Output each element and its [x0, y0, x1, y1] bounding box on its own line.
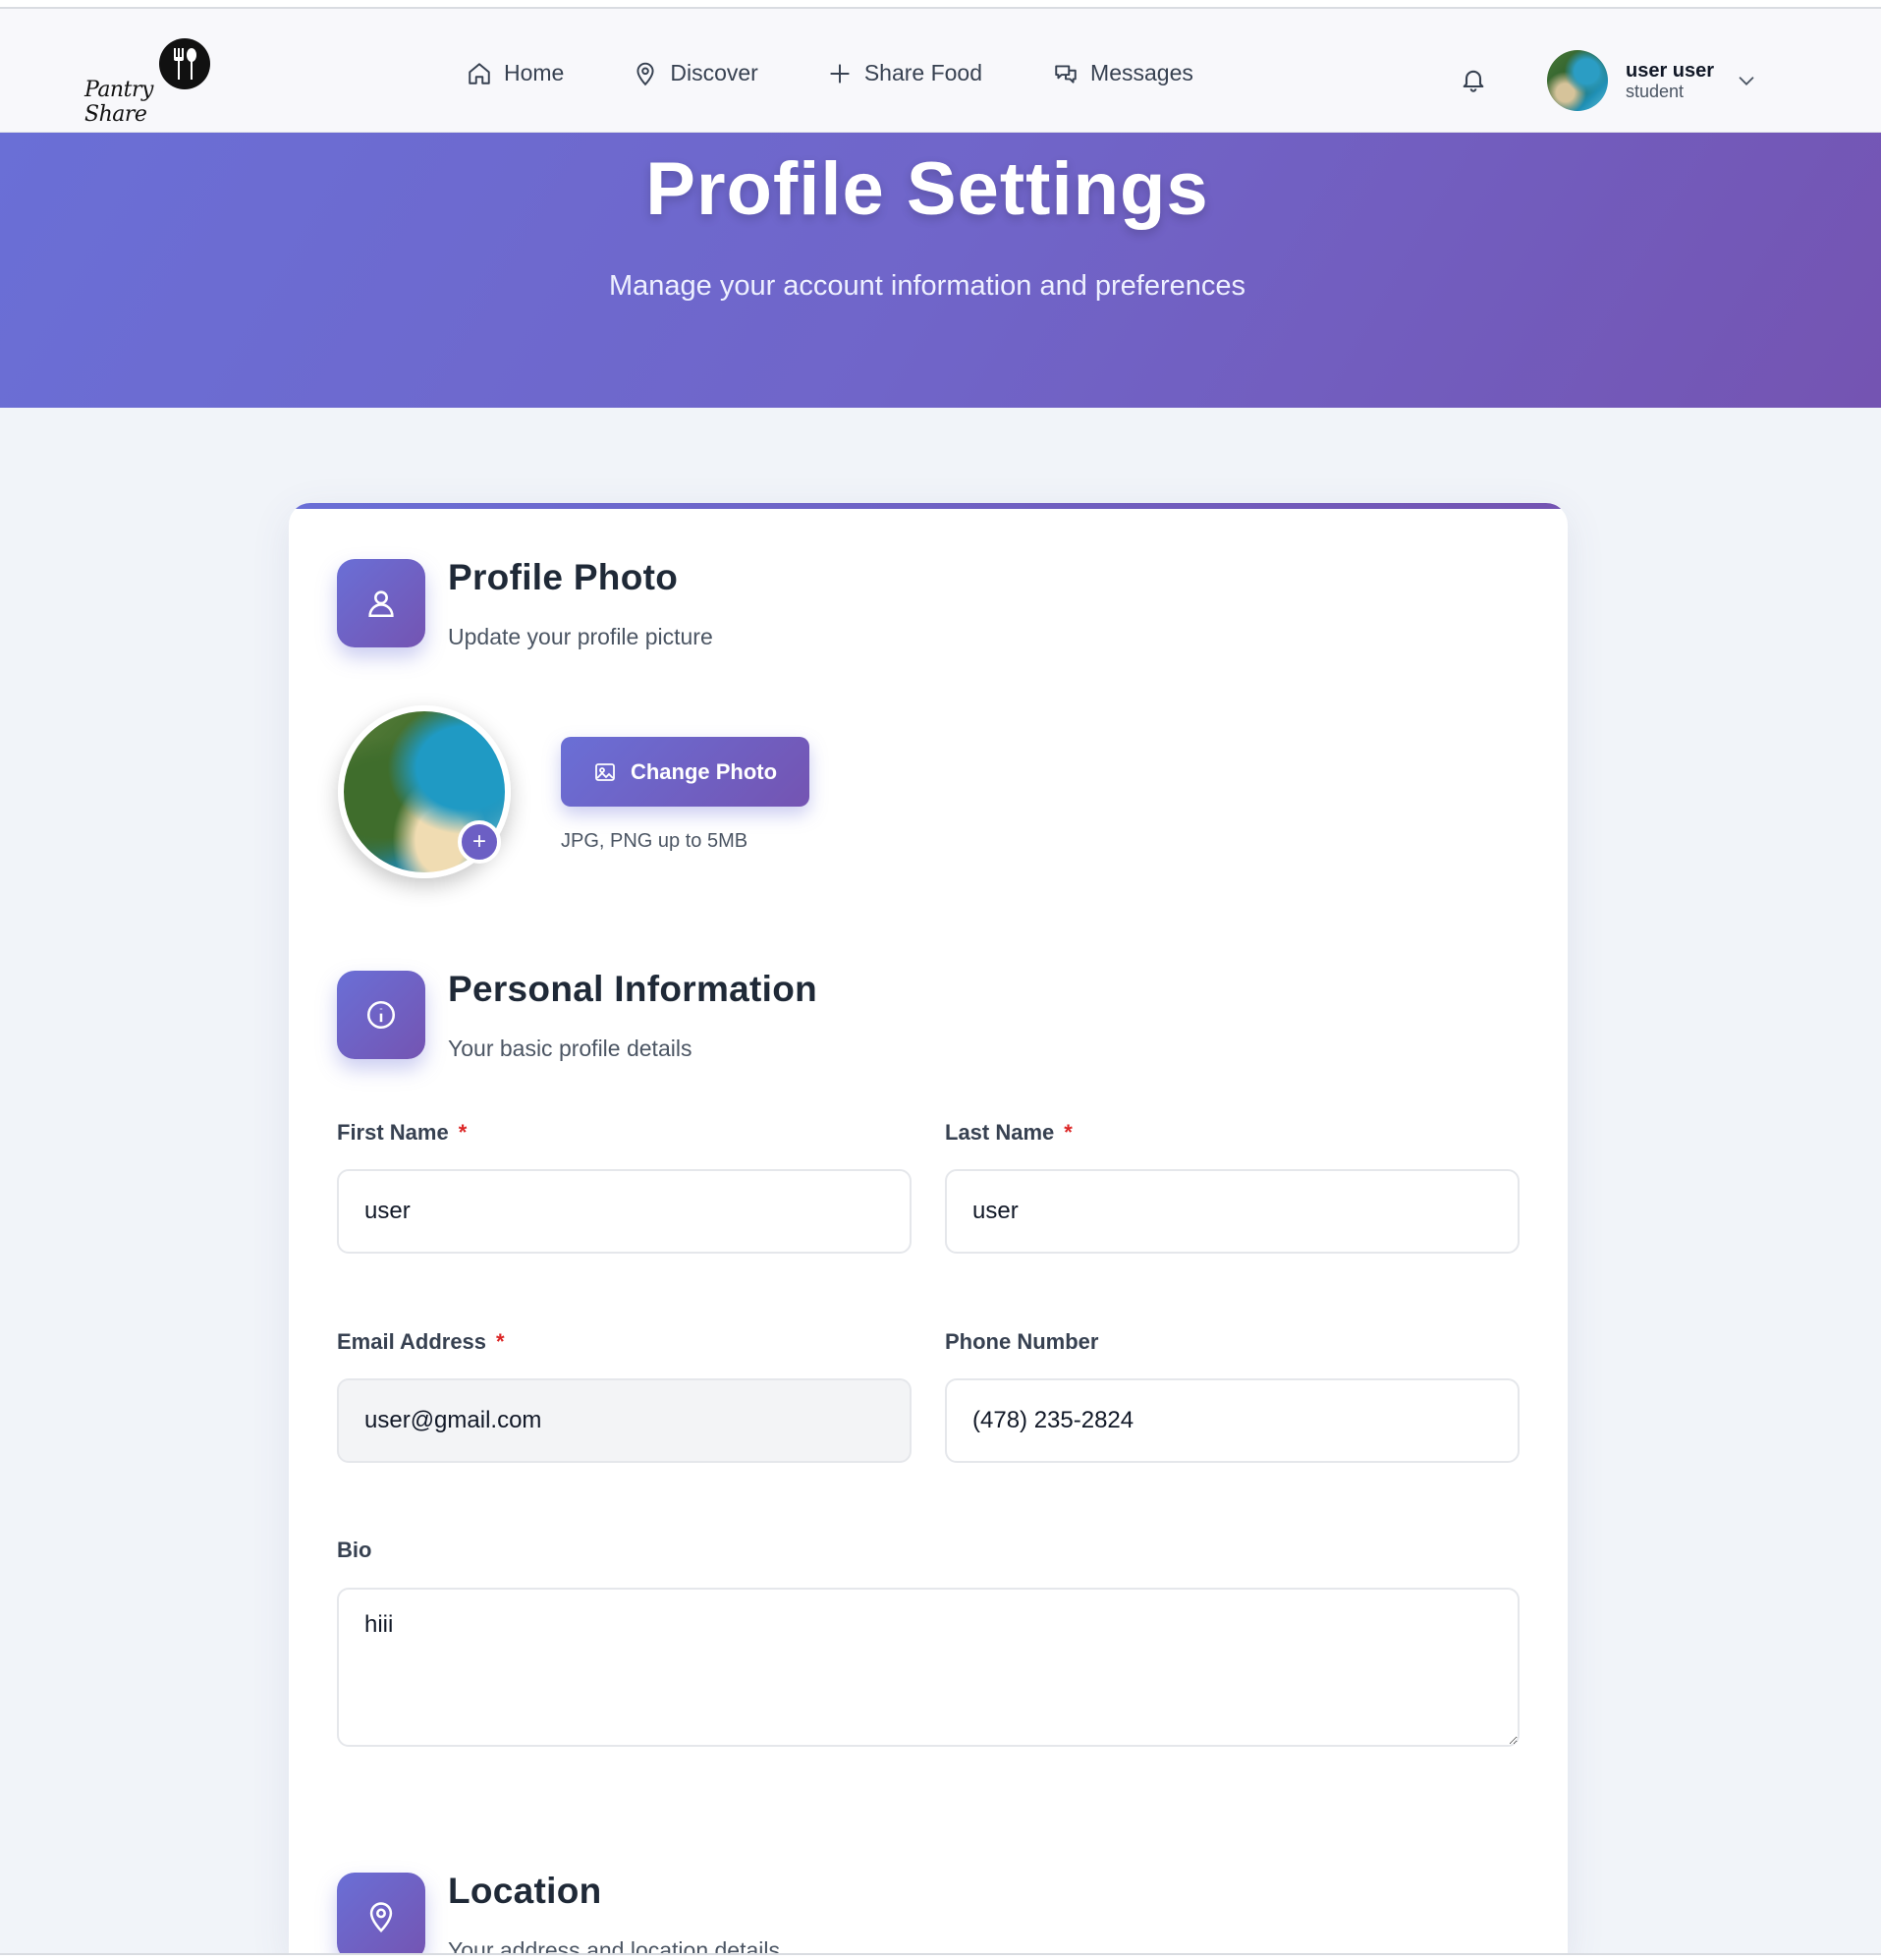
email-field[interactable] [337, 1378, 912, 1463]
email-label: Email Address * [337, 1329, 505, 1355]
email-label-text: Email Address [337, 1329, 487, 1354]
user-info: user user student [1626, 61, 1714, 100]
last-name-input[interactable] [945, 1169, 1520, 1254]
nav-discover[interactable]: Discover [633, 60, 758, 86]
bell-icon[interactable] [1460, 66, 1487, 93]
user-menu[interactable]: user user student [1547, 50, 1757, 111]
personal-info-subtitle: Your basic profile details [448, 1036, 692, 1061]
card-accent-bar [289, 503, 1568, 509]
pantry-share-logo[interactable]: Pantry Share [84, 38, 212, 127]
personal-section-icon [337, 971, 425, 1059]
nav-messages[interactable]: Messages [1053, 60, 1193, 86]
profile-photo-subtitle: Update your profile picture [448, 624, 713, 649]
nav-share-food[interactable]: Share Food [827, 60, 982, 86]
nav-discover-label: Discover [670, 60, 758, 85]
user-icon [368, 590, 394, 618]
photo-hint: JPG, PNG up to 5MB [561, 830, 748, 852]
nav-share-food-label: Share Food [863, 60, 983, 85]
location-title: Location [448, 1871, 602, 1911]
required-asterisk: * [1064, 1120, 1073, 1145]
change-photo-button[interactable]: Change Photo [561, 737, 809, 807]
phone-label: Phone Number [945, 1329, 1099, 1354]
change-photo-label: Change Photo [630, 758, 778, 784]
window-bottom-border [0, 1953, 1881, 1960]
profile-settings-card: Profile Photo Update your profile pictur… [289, 503, 1568, 1957]
page-title: Profile Settings [645, 147, 1209, 231]
plus-icon [830, 63, 850, 84]
page-subtitle: Manage your account information and pref… [608, 270, 1246, 302]
nav-messages-label: Messages [1090, 60, 1193, 85]
avatar [1547, 50, 1608, 111]
chat-bubbles-icon [1055, 64, 1077, 84]
hero-banner: Profile Settings Manage your account inf… [0, 133, 1881, 408]
add-photo-button[interactable]: + [458, 820, 501, 864]
image-icon [595, 762, 615, 781]
window-top-border [0, 0, 1881, 9]
phone-field[interactable] [945, 1378, 1520, 1463]
required-asterisk: * [458, 1120, 468, 1145]
first-name-label: First Name * [337, 1120, 467, 1146]
fork-spoon-icon [159, 38, 210, 89]
nav-home[interactable]: Home [467, 60, 564, 86]
map-pin-icon [636, 62, 654, 85]
chevron-down-icon [1739, 77, 1754, 85]
first-name-label-text: First Name [337, 1120, 449, 1145]
info-icon [366, 1000, 396, 1030]
required-asterisk: * [496, 1329, 505, 1354]
personal-info-title: Personal Information [448, 969, 818, 1009]
nav-home-label: Home [504, 60, 565, 85]
user-name: user user [1626, 60, 1715, 82]
bio-textarea[interactable]: hiii [337, 1588, 1520, 1747]
first-name-input[interactable] [337, 1169, 912, 1254]
map-pin-icon [369, 1902, 393, 1932]
profile-section-icon [337, 559, 425, 647]
bio-label: Bio [337, 1538, 372, 1562]
main-nav: Home Discover Share Food Messages [467, 60, 1262, 86]
last-name-label: Last Name * [945, 1120, 1073, 1146]
user-role: student [1626, 82, 1685, 101]
home-icon [469, 62, 490, 84]
top-navbar: Pantry Share Home Discover Share Food Me… [0, 9, 1881, 133]
location-section-icon [337, 1873, 425, 1957]
last-name-label-text: Last Name [945, 1120, 1055, 1145]
profile-photo-title: Profile Photo [448, 557, 679, 597]
